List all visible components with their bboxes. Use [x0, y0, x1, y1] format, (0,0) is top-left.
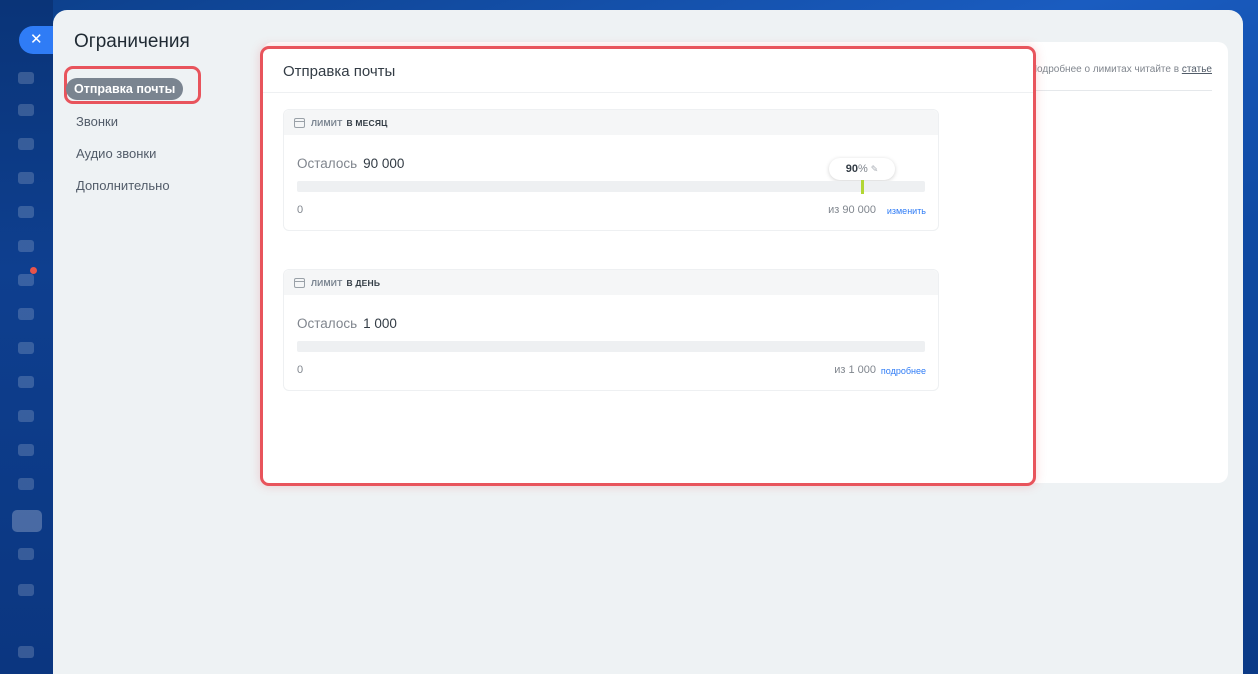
divider [263, 92, 1033, 93]
section-title: Отправка почты [283, 63, 396, 80]
limit-header-prefix: ЛИМИТ [311, 117, 343, 128]
bar-min-label: 0 [297, 364, 304, 376]
calendar-icon [294, 277, 305, 288]
remaining-value: 1 000 [363, 316, 397, 331]
remaining-text: Осталось 1 000 [297, 316, 397, 331]
details-link[interactable]: подробнее [881, 366, 926, 376]
change-limit-link[interactable]: изменить [887, 206, 926, 216]
close-button[interactable]: ✕ [19, 26, 53, 54]
limit-header-period: В МЕСЯЦ [346, 117, 388, 128]
bar-max-label: из 90 000 [828, 204, 876, 216]
article-note-text: Подробнее о лимитах читайте в [1029, 64, 1180, 75]
menu-icon[interactable] [18, 584, 34, 596]
remaining-label: Осталось [297, 156, 358, 171]
bar-max-label: из 1 000 [834, 364, 876, 376]
menu-icon[interactable] [18, 172, 34, 184]
menu-icon[interactable] [18, 104, 34, 116]
limit-header: ЛИМИТ В МЕСЯЦ [284, 110, 938, 135]
limits-panel: Ограничения Отправка почты Звонки Аудио … [53, 10, 1243, 674]
menu-icon[interactable] [18, 308, 34, 320]
nav-item-audio-calls[interactable]: Аудио звонки [66, 138, 196, 170]
app-sidebar-strip [0, 0, 53, 674]
nav-item-email[interactable]: Отправка почты [66, 78, 184, 100]
email-limits-card: Отправка почты ЛИМИТ В МЕСЯЦ Осталось 90 … [260, 46, 1036, 486]
menu-icon[interactable] [18, 548, 34, 560]
divider [1032, 90, 1212, 91]
limits-nav: Отправка почты Звонки Аудио звонки Допол… [64, 66, 201, 202]
article-link[interactable]: статье [1182, 64, 1212, 75]
limit-header: ЛИМИТ В ДЕНЬ [284, 270, 938, 295]
menu-icon[interactable] [18, 646, 34, 658]
limit-progress-bar [297, 341, 925, 352]
close-icon: ✕ [30, 31, 43, 48]
menu-icon[interactable] [18, 444, 34, 456]
page-title: Ограничения [74, 31, 190, 52]
threshold-badge[interactable]: 90% ✎ [829, 158, 895, 180]
daily-limit-block: ЛИМИТ В ДЕНЬ Осталось 1 000 0 из 1 000 по… [283, 269, 939, 391]
limit-header-prefix: ЛИМИТ [311, 277, 343, 288]
pencil-icon: ✎ [870, 164, 879, 174]
notification-dot-icon [30, 267, 37, 274]
menu-icon[interactable] [18, 138, 34, 150]
menu-icon[interactable] [18, 274, 34, 286]
menu-icon[interactable] [18, 206, 34, 218]
remaining-text: Осталось 90 000 [297, 156, 404, 171]
menu-icon[interactable] [18, 478, 34, 490]
monthly-limit-block: ЛИМИТ В МЕСЯЦ Осталось 90 000 90% ✎ 0 из 9… [283, 109, 939, 231]
calendar-icon [294, 117, 305, 128]
menu-icon[interactable] [18, 72, 34, 84]
menu-icon[interactable] [18, 376, 34, 388]
menu-icon[interactable] [18, 410, 34, 422]
limit-header-period: В ДЕНЬ [346, 277, 381, 288]
remaining-value: 90 000 [363, 156, 405, 171]
nav-item-calls[interactable]: Звонки [66, 106, 196, 138]
remaining-label: Осталось [297, 316, 358, 331]
limit-progress-bar [297, 181, 925, 192]
threshold-marker[interactable] [861, 180, 865, 194]
menu-active-icon[interactable] [12, 510, 42, 532]
nav-item-additional[interactable]: Дополнительно [66, 170, 196, 202]
threshold-unit: % [857, 163, 868, 175]
article-note: Подробнее о лимитах читайте в статье [1030, 64, 1212, 75]
bar-min-label: 0 [297, 204, 304, 216]
menu-icon[interactable] [18, 240, 34, 252]
threshold-value: 90 [845, 163, 858, 175]
menu-icon[interactable] [18, 342, 34, 354]
